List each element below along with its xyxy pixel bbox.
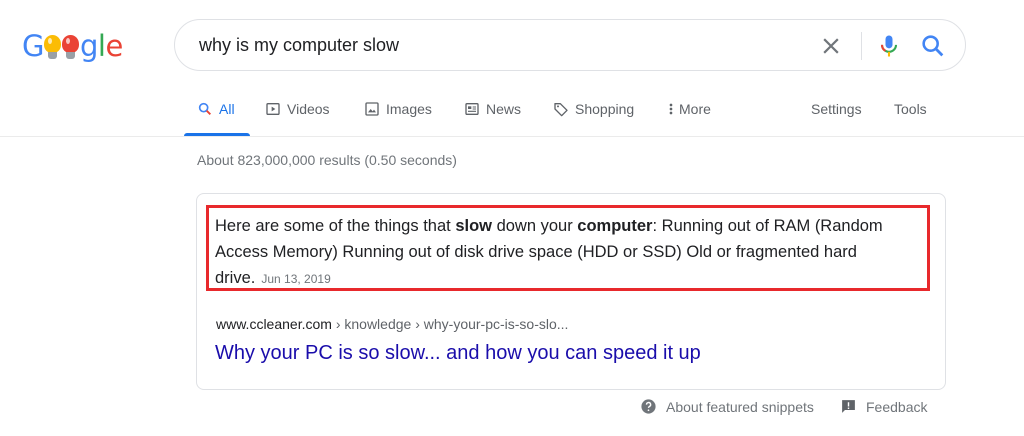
play-icon [266,103,280,115]
help-icon [641,399,656,414]
snippet-bold-computer: computer [577,217,653,235]
tab-news[interactable]: News [464,92,521,136]
cite-path: › knowledge › why-your-pc-is-so-slo... [331,316,569,332]
tabs-divider [0,136,1024,137]
featured-snippet-card: Here are some of the things that slow do… [196,193,946,390]
tab-shopping-label: Shopping [575,101,635,117]
feedback-label: Feedback [866,398,928,415]
snippet-text-part2: down your [492,217,578,235]
feedback-icon [842,400,855,413]
microphone-icon[interactable] [875,32,903,60]
news-icon [465,103,479,115]
snippet-bold-slow: slow [455,217,492,235]
tab-videos[interactable]: Videos [265,92,330,136]
feedback-link[interactable]: Feedback [840,398,927,415]
snippet-text-part1: Here are some of the things that [215,217,456,235]
tab-all[interactable]: All [184,92,250,136]
tab-images-label: Images [386,101,432,117]
result-stats: About 823,000,000 results (0.50 seconds) [197,152,457,168]
search-box[interactable]: why is my computer slow [174,19,966,71]
about-featured-snippets[interactable]: About featured snippets [640,398,814,415]
red-bulb-icon [62,32,80,60]
tab-shopping[interactable]: Shopping [553,92,634,136]
more-vert-icon [669,103,673,115]
logo-letter-g2: g [79,29,98,63]
tab-news-label: News [486,101,522,117]
tab-images[interactable]: Images [364,92,432,136]
search-icon[interactable] [919,32,947,60]
result-cite[interactable]: www.ccleaner.com › knowledge › why-your-… [216,316,568,332]
tab-more-label: More [679,101,711,117]
google-logo[interactable]: G g l e [22,28,123,64]
tab-videos-label: Videos [287,101,330,117]
logo-letter-e: e [105,29,123,63]
tab-all-label: All [219,101,235,117]
logo-letter-g: G [22,29,44,63]
search-input[interactable]: why is my computer slow [199,35,399,56]
tab-more[interactable]: More [668,92,711,136]
image-icon [365,102,379,116]
snippet-text: Here are some of the things that slow do… [215,213,915,292]
settings-link[interactable]: Settings [811,101,862,117]
about-featured-snippets-label: About featured snippets [666,398,814,415]
yellow-bulb-icon [44,32,62,60]
search-icon [198,102,211,115]
clear-icon[interactable] [818,33,844,59]
search-divider [861,32,862,60]
logo-letter-l: l [97,29,106,63]
cite-domain: www.ccleaner.com [216,316,332,332]
snippet-date: Jun 13, 2019 [261,272,331,286]
result-title-link[interactable]: Why your PC is so slow... and how you ca… [215,342,701,365]
tag-icon [554,103,568,117]
tools-link[interactable]: Tools [894,101,927,117]
